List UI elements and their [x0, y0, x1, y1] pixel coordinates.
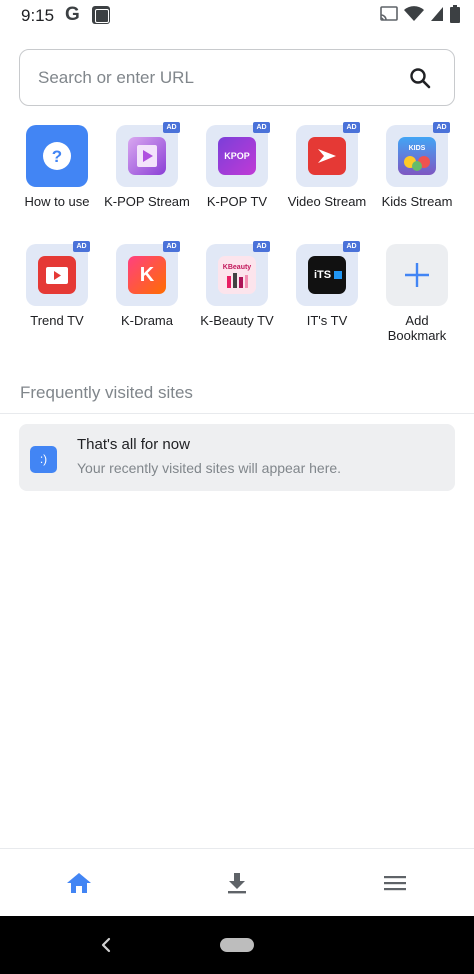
ad-badge: AD: [343, 241, 360, 252]
screenshot-notification-icon: [92, 6, 110, 24]
cell-signal-icon: [431, 7, 443, 21]
menu-button[interactable]: [375, 867, 415, 899]
status-icons: [380, 5, 460, 23]
shortcut-video-stream[interactable]: AD Video Stream: [282, 122, 372, 209]
search-icon[interactable]: [408, 66, 432, 90]
search-input[interactable]: [38, 50, 398, 105]
svg-text:?: ?: [52, 147, 62, 166]
k-drama-tile[interactable]: AD K: [116, 241, 180, 306]
smiley-icon: :): [30, 446, 57, 473]
shortcut-kids-stream[interactable]: AD KIDS Kids Stream: [372, 122, 462, 209]
card-subtitle: Your recently visited sites will appear …: [77, 460, 342, 476]
ad-badge: AD: [73, 241, 90, 252]
wifi-icon: [404, 6, 424, 21]
its-tv-tile[interactable]: AD iTS: [296, 241, 360, 306]
kpop-stream-icon: [128, 137, 166, 175]
shortcut-label: K-POP TV: [206, 194, 268, 209]
shortcut-label: Trend TV: [30, 313, 84, 328]
shortcut-label: K-Beauty TV: [200, 313, 274, 328]
shortcut-label: Kids Stream: [381, 194, 453, 209]
status-bar: 9:15 G: [0, 0, 474, 32]
shortcut-how-to-use[interactable]: ? How to use: [12, 125, 102, 209]
card-title: That's all for now: [77, 436, 190, 453]
shortcut-label: How to use: [24, 194, 90, 209]
empty-history-card: :) That's all for now Your recently visi…: [19, 424, 455, 491]
how-to-use-tile[interactable]: ?: [26, 125, 88, 187]
video-stream-tile[interactable]: AD: [296, 122, 360, 187]
cast-icon: [380, 6, 398, 21]
add-bookmark-tile[interactable]: [386, 244, 448, 306]
home-gesture-pill[interactable]: [220, 938, 254, 952]
system-navigation-bar: [0, 916, 474, 974]
shortcut-label: Video Stream: [287, 194, 367, 209]
k-drama-icon: K: [128, 256, 166, 294]
plus-icon: [405, 263, 429, 287]
shortcut-label: K-Drama: [120, 313, 173, 328]
download-button[interactable]: [217, 867, 257, 899]
shortcut-label: IT's TV: [306, 313, 348, 328]
shortcut-kpop-tv[interactable]: AD KPOP K-POP TV: [192, 122, 282, 209]
menu-icon: [384, 876, 406, 891]
download-icon: [228, 873, 246, 894]
shortcut-label: Add Bookmark: [387, 313, 447, 343]
shortcut-trend-tv[interactable]: AD Trend TV: [12, 241, 102, 328]
home-button[interactable]: [59, 867, 99, 899]
shortcut-kpop-stream[interactable]: AD K-POP Stream: [102, 122, 192, 209]
kids-stream-tile[interactable]: AD KIDS: [386, 122, 450, 187]
kpop-stream-tile[interactable]: AD: [116, 122, 180, 187]
help-icon: ?: [43, 142, 71, 170]
frequently-visited-heading: Frequently visited sites: [20, 383, 193, 402]
trend-tv-icon: [38, 256, 76, 294]
divider: [0, 413, 474, 414]
shortcut-k-beauty-tv[interactable]: AD KBeauty K-Beauty TV: [192, 241, 282, 328]
k-beauty-tv-tile[interactable]: AD KBeauty: [206, 241, 270, 306]
ad-badge: AD: [343, 122, 360, 133]
google-icon: G: [65, 4, 80, 25]
ad-badge: AD: [163, 241, 180, 252]
home-icon: [67, 873, 91, 893]
shortcut-label: K-POP Stream: [104, 194, 190, 209]
shortcut-its-tv[interactable]: AD iTS IT's TV: [282, 241, 372, 328]
shortcut-k-drama[interactable]: AD K K-Drama: [102, 241, 192, 328]
bottom-navigation: [0, 848, 474, 916]
video-stream-icon: [308, 137, 346, 175]
back-icon[interactable]: [96, 933, 116, 957]
its-tv-icon: iTS: [308, 256, 346, 294]
trend-tv-tile[interactable]: AD: [26, 241, 90, 306]
ad-badge: AD: [253, 122, 270, 133]
search-bar[interactable]: [19, 49, 455, 106]
battery-icon: [450, 5, 460, 23]
status-time: 9:15: [21, 6, 55, 25]
ad-badge: AD: [163, 122, 180, 133]
k-beauty-tv-icon: KBeauty: [218, 256, 256, 294]
browser-home-screen: 9:15 G Search or enter URL ? How to use …: [0, 0, 474, 974]
shortcut-add-bookmark[interactable]: Add Bookmark: [372, 244, 462, 343]
kpop-tv-tile[interactable]: AD KPOP: [206, 122, 270, 187]
kids-stream-icon: KIDS: [398, 137, 436, 175]
kpop-tv-icon: KPOP: [218, 137, 256, 175]
